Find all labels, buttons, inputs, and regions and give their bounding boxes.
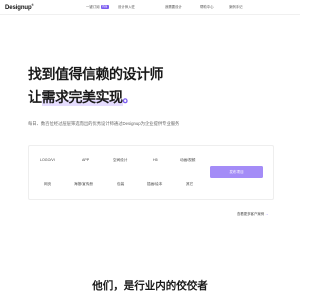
hero-accent-text: 需求完美实现 bbox=[41, 90, 123, 106]
hero-title: 找到值得信赖的设计师 bbox=[28, 67, 164, 83]
nav-item-cases[interactable]: 案例手记 bbox=[229, 4, 243, 10]
top-nav: 一键订阅 新品 设计师入驻 我需要设计 帮助中心 案例手记 bbox=[0, 4, 300, 12]
category-tag-logo-vi[interactable]: LOGO/VI bbox=[40, 157, 55, 163]
new-badge: 新品 bbox=[100, 5, 109, 10]
category-tag-app[interactable]: APP bbox=[82, 157, 89, 163]
header-divider bbox=[0, 14, 300, 15]
category-tag-illustration[interactable]: 插画/绘本 bbox=[147, 181, 162, 187]
category-tag-packaging[interactable]: 包装 bbox=[117, 181, 124, 187]
category-tag-other[interactable]: 其它 bbox=[186, 181, 193, 187]
header: Designup® 一键订阅 新品 设计师入驻 我需要设计 帮助中心 案例手记 bbox=[0, 0, 300, 14]
nav-item-subscribe[interactable]: 一键订阅 新品 bbox=[86, 4, 109, 10]
nav-item-help[interactable]: 帮助中心 bbox=[200, 4, 214, 10]
hero-subtitle: 每日、数百位经过层层筛选而出的优秀设计师通过Designup为企业提供专业服务 bbox=[28, 121, 180, 126]
category-tag-web[interactable]: 网页 bbox=[44, 181, 51, 187]
section-title: 他们，是行业内的佼佼者 bbox=[92, 280, 208, 292]
more-cases-link[interactable]: 查看更多客户案例→ bbox=[237, 211, 269, 216]
category-tag-poster[interactable]: 海报/宣传册 bbox=[74, 181, 93, 187]
arrow-right-icon: → bbox=[265, 212, 269, 216]
category-tag-animation-video[interactable]: 动画/视频 bbox=[180, 157, 195, 163]
hero-title-line2: 让需求完美实现。 bbox=[28, 90, 136, 106]
nav-item-need-design[interactable]: 我需要设计 bbox=[165, 4, 182, 10]
nav-item-designer-join[interactable]: 设计师入驻 bbox=[118, 4, 135, 10]
category-tag-space-design[interactable]: 空间设计 bbox=[113, 157, 127, 163]
publish-project-button[interactable]: 发布项目 bbox=[210, 166, 263, 178]
category-tag-h5[interactable]: H5 bbox=[153, 157, 158, 163]
